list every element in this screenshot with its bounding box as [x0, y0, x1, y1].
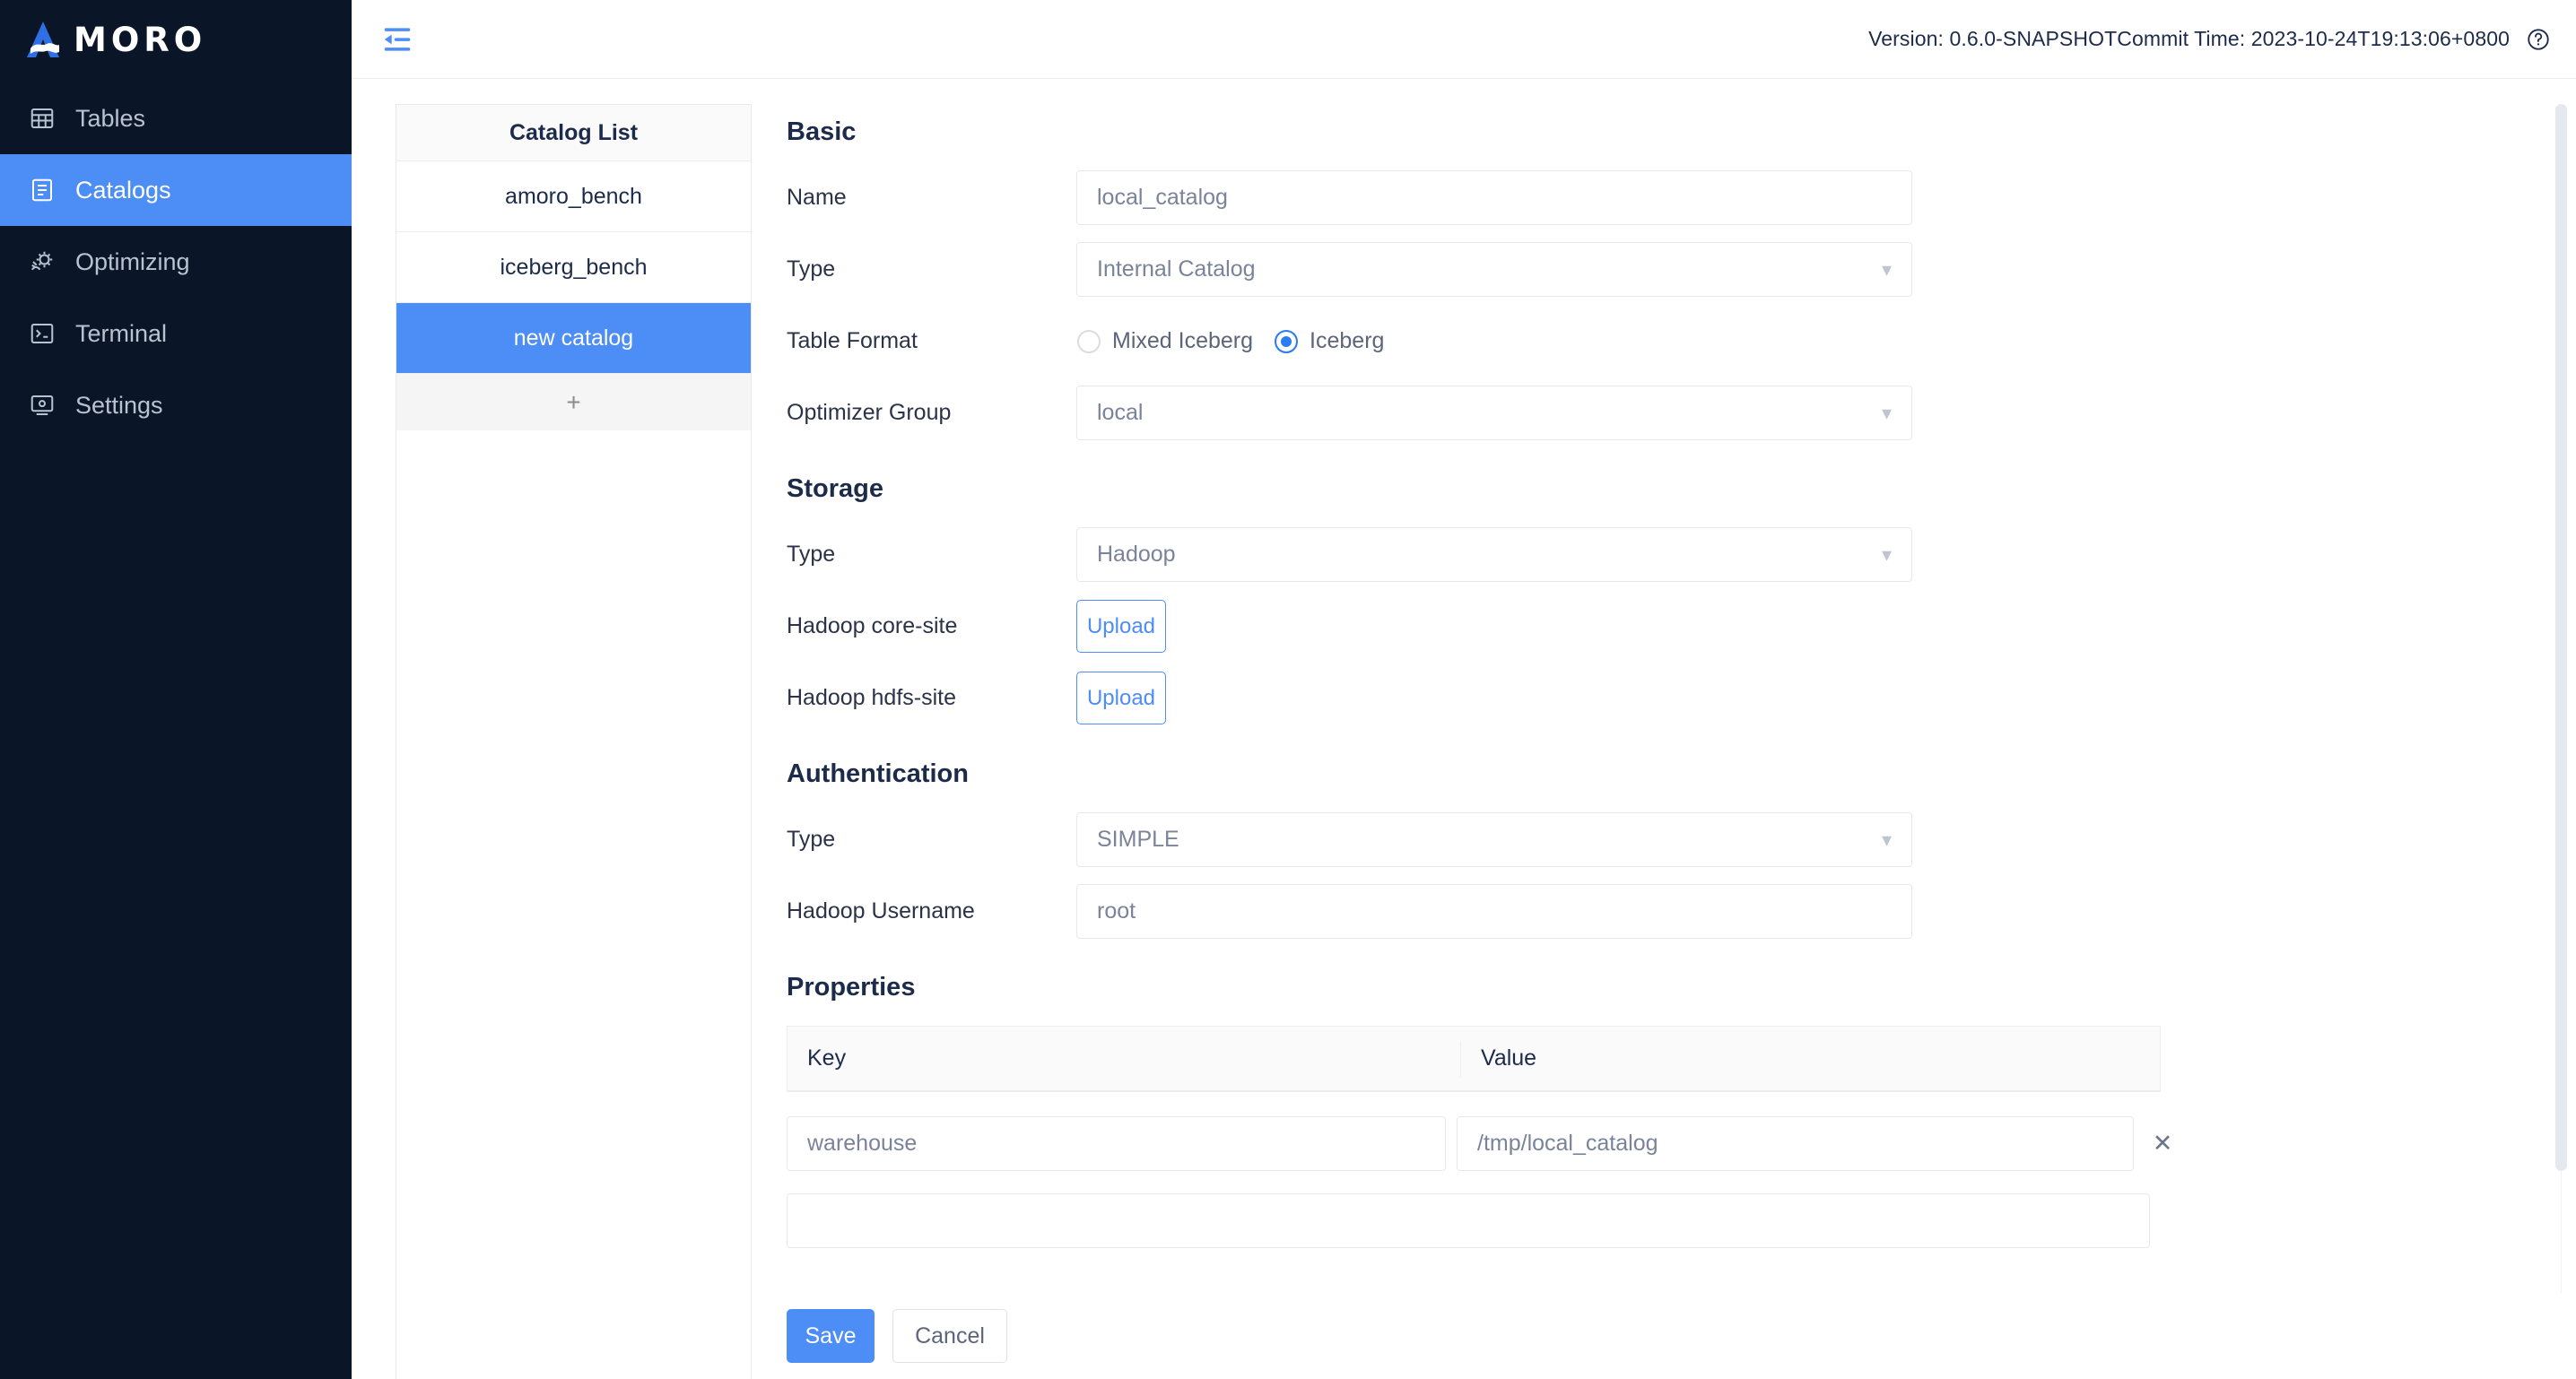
sidebar-item-label: Tables — [75, 105, 145, 133]
radio-circle-icon — [1077, 330, 1101, 353]
storage-type-select[interactable]: Hadoop ▾ — [1076, 527, 1912, 582]
add-catalog-button[interactable]: + — [396, 374, 751, 430]
label-hadoop-core-site: Hadoop core-site — [787, 613, 1076, 639]
radio-mixed-iceberg[interactable]: Mixed Iceberg — [1077, 328, 1253, 354]
catalog-list-title: Catalog List — [396, 105, 751, 161]
auth-type-select[interactable]: SIMPLE ▾ — [1076, 812, 1912, 867]
field-row-hadoop-username: Hadoop Username root — [787, 884, 2576, 939]
sidebar-item-label: Terminal — [75, 320, 167, 348]
table-grid-icon — [29, 105, 56, 132]
form-footer: Save Cancel — [752, 1293, 2576, 1379]
property-key-input[interactable]: warehouse — [787, 1116, 1446, 1171]
optimizer-group-select[interactable]: local ▾ — [1076, 386, 1912, 440]
cancel-button[interactable]: Cancel — [892, 1309, 1007, 1363]
amoro-logo-icon — [23, 20, 65, 59]
chevron-down-icon: ▾ — [1882, 403, 1892, 423]
brand-logo[interactable]: MORO — [0, 0, 352, 79]
catalog-list-item-new-catalog[interactable]: new catalog — [396, 303, 751, 374]
field-row-storage-type: Type Hadoop ▾ — [787, 527, 2576, 582]
table-row: warehouse /tmp/local_catalog ✕ — [787, 1116, 2161, 1171]
upload-hdfs-site-button[interactable]: Upload — [1076, 672, 1166, 724]
column-header-value: Value — [1460, 1041, 2160, 1077]
sidebar-item-label: Settings — [75, 392, 163, 420]
label-storage-type: Type — [787, 542, 1076, 568]
label-hadoop-hdfs-site: Hadoop hdfs-site — [787, 685, 1076, 711]
table-row — [787, 1193, 2161, 1248]
sidebar-item-settings[interactable]: Settings — [0, 369, 352, 441]
top-bar: Version: 0.6.0-SNAPSHOT Commit Time: 202… — [352, 0, 2576, 79]
sidebar-item-catalogs[interactable]: Catalogs — [0, 154, 352, 226]
sidebar-item-tables[interactable]: Tables — [0, 82, 352, 154]
monitor-gear-icon — [29, 392, 56, 419]
catalog-form: Basic Name local_catalog Type Internal C… — [752, 104, 2576, 1379]
properties-table: Key Value warehouse /tmp/local_catalog ✕ — [787, 1026, 2161, 1248]
section-title-properties: Properties — [787, 973, 2576, 1002]
radio-label: Iceberg — [1310, 328, 1384, 354]
main-region: Version: 0.6.0-SNAPSHOT Commit Time: 202… — [352, 0, 2576, 1379]
question-circle-icon[interactable] — [2526, 27, 2551, 52]
field-row-hdfs-site: Hadoop hdfs-site Upload — [787, 671, 2576, 725]
field-row-auth-type: Type SIMPLE ▾ — [787, 812, 2576, 867]
label-optimizer-group: Optimizer Group — [787, 400, 1076, 426]
terminal-icon — [29, 320, 56, 347]
radio-label: Mixed Iceberg — [1112, 328, 1253, 354]
form-scroll-area: Basic Name local_catalog Type Internal C… — [752, 104, 2576, 1293]
sidebar: MORO Tables Catalogs Optimizing — [0, 0, 352, 1379]
section-title-basic: Basic — [787, 117, 2576, 147]
type-select-value: Internal Catalog — [1097, 256, 1256, 282]
field-row-type: Type Internal Catalog ▾ — [787, 242, 2576, 297]
catalog-list-item-amoro-bench[interactable]: amoro_bench — [396, 161, 751, 232]
section-title-authentication: Authentication — [787, 759, 2576, 789]
sidebar-nav: Tables Catalogs Optimizing Terminal — [0, 82, 352, 441]
sidebar-item-label: Optimizing — [75, 248, 190, 276]
field-row-name: Name local_catalog — [787, 170, 2576, 225]
chevron-down-icon: ▾ — [1882, 260, 1892, 280]
name-input[interactable]: local_catalog — [1076, 170, 1912, 225]
chevron-down-icon: ▾ — [1882, 545, 1892, 565]
content-body: Catalog List amoro_bench iceberg_bench n… — [352, 79, 2576, 1379]
catalog-list-panel: Catalog List amoro_bench iceberg_bench n… — [396, 104, 752, 1379]
properties-table-header: Key Value — [787, 1026, 2161, 1092]
sidebar-item-label: Catalogs — [75, 177, 171, 204]
radio-iceberg[interactable]: Iceberg — [1275, 328, 1384, 354]
sidebar-item-terminal[interactable]: Terminal — [0, 298, 352, 369]
save-button[interactable]: Save — [787, 1309, 875, 1363]
section-title-storage: Storage — [787, 474, 2576, 504]
auth-type-value: SIMPLE — [1097, 827, 1179, 853]
optimizer-group-value: local — [1097, 400, 1143, 426]
property-new-row-input[interactable] — [787, 1193, 2150, 1248]
field-row-table-format: Table Format Mixed Iceberg Iceberg — [787, 314, 2576, 369]
app-root: MORO Tables Catalogs Optimizing — [0, 0, 2576, 1379]
field-row-core-site: Hadoop core-site Upload — [787, 599, 2576, 654]
delete-property-icon[interactable]: ✕ — [2145, 1130, 2180, 1158]
label-auth-type: Type — [787, 827, 1076, 853]
label-table-format: Table Format — [787, 328, 1076, 354]
label-type: Type — [787, 256, 1076, 282]
label-hadoop-username: Hadoop Username — [787, 898, 1076, 924]
label-name: Name — [787, 185, 1076, 211]
vertical-scrollbar[interactable] — [2555, 104, 2567, 1171]
upload-core-site-button[interactable]: Upload — [1076, 600, 1166, 653]
sidebar-item-optimizing[interactable]: Optimizing — [0, 226, 352, 298]
commit-time: Commit Time: 2023-10-24T19:13:06+0800 — [2117, 27, 2510, 51]
radio-circle-selected-icon — [1275, 330, 1298, 353]
field-row-optimizer-group: Optimizer Group local ▾ — [787, 386, 2576, 440]
menu-collapse-icon[interactable] — [380, 22, 414, 56]
app-version: Version: 0.6.0-SNAPSHOT — [1868, 27, 2117, 51]
table-format-radio-group: Mixed Iceberg Iceberg — [1076, 328, 1384, 354]
type-select[interactable]: Internal Catalog ▾ — [1076, 242, 1912, 297]
brand-name: MORO — [74, 21, 206, 59]
chevron-down-icon: ▾ — [1882, 830, 1892, 850]
column-header-key: Key — [788, 1045, 1460, 1071]
catalog-list-icon — [29, 177, 56, 204]
storage-type-value: Hadoop — [1097, 542, 1176, 568]
hadoop-username-input[interactable]: root — [1076, 884, 1912, 939]
property-value-input[interactable]: /tmp/local_catalog — [1457, 1116, 2134, 1171]
catalog-list-item-iceberg-bench[interactable]: iceberg_bench — [396, 232, 751, 303]
gear-optimize-icon — [29, 248, 56, 275]
